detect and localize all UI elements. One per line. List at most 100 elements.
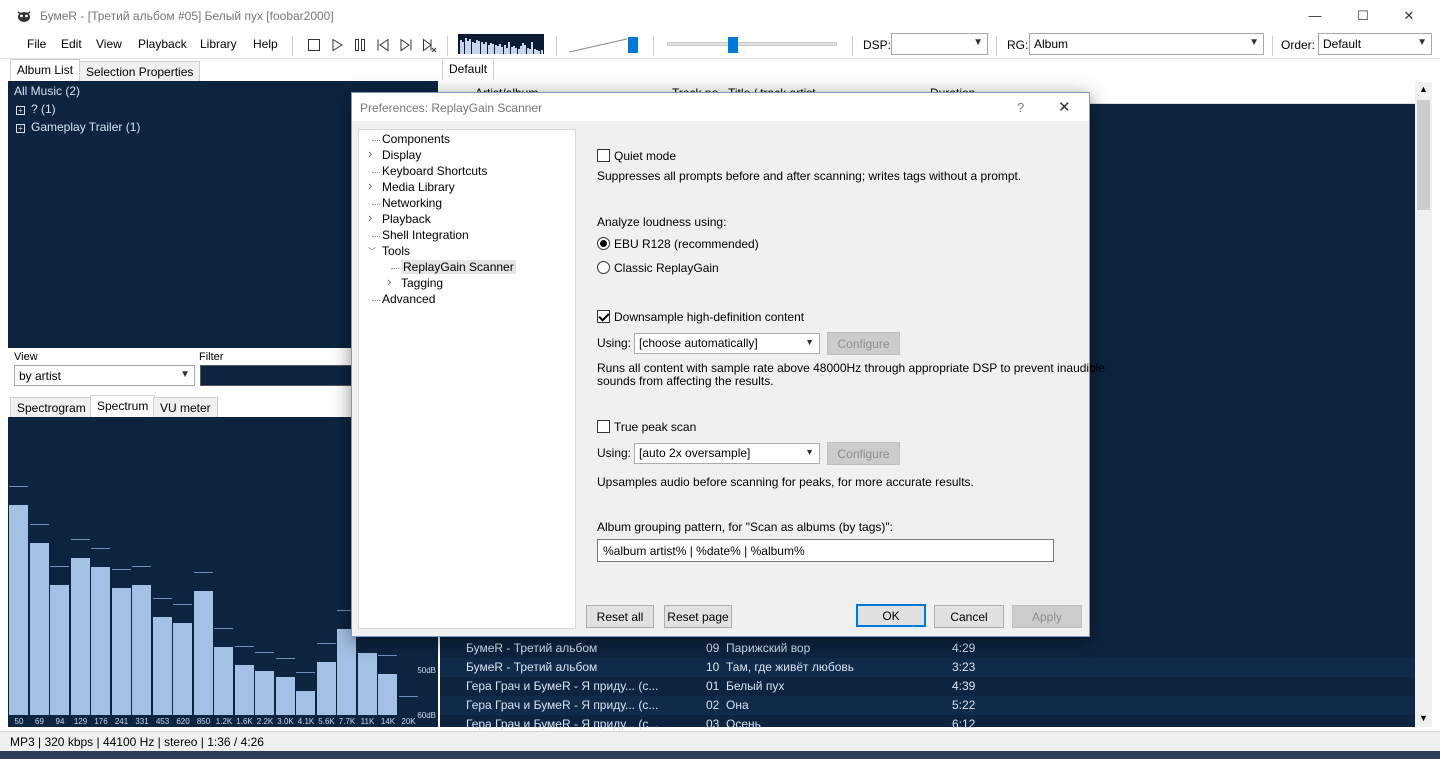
spectrum-bar	[152, 617, 172, 715]
playlist-row[interactable]: БумеR - Третий альбом 09 Парижский вор 4:29	[440, 639, 1415, 658]
tree-item-tools[interactable]: Tools	[382, 244, 410, 258]
expand-chevron-icon[interactable]: ›	[368, 146, 372, 161]
playlist-tab-strip: Default	[440, 58, 1440, 82]
tree-item-keyboard-shortcuts[interactable]: Keyboard Shortcuts	[382, 164, 487, 178]
order-label: Order:	[1281, 38, 1316, 52]
reset-page-button[interactable]: Reset page	[664, 605, 732, 628]
menu-help[interactable]: Help	[253, 37, 278, 51]
order-select[interactable]: Default ▼	[1318, 33, 1432, 55]
spectrum-bar	[132, 585, 151, 715]
collapse-chevron-icon[interactable]: ﹀	[368, 246, 376, 257]
stop-icon[interactable]	[306, 37, 322, 53]
rg-label: RG:	[1007, 38, 1029, 52]
spectrum-bar	[275, 677, 295, 715]
quiet-mode-checkbox[interactable]	[597, 149, 610, 162]
true-peak-checkbox[interactable]	[597, 420, 610, 433]
toolbar-spectrum-visualizer[interactable]	[458, 34, 544, 54]
playlist-scrollbar[interactable]: ▲ ▼	[1415, 82, 1432, 727]
play-icon[interactable]	[329, 37, 345, 53]
dsp-label: DSP:	[863, 38, 892, 52]
spectrum-bar	[111, 588, 131, 715]
spectrum-peak-cap	[152, 598, 172, 599]
true-peak-configure-button[interactable]: Configure	[827, 442, 900, 465]
ebu-r128-label[interactable]: EBU R128 (recommended)	[614, 237, 759, 251]
close-button[interactable]: ✕	[1386, 0, 1432, 31]
spectrum-frequency-label: 3.0K	[277, 717, 294, 726]
album-list-item[interactable]: + Gameplay Trailer (1)	[16, 120, 140, 134]
volume-slider[interactable]	[569, 35, 641, 55]
menu-file[interactable]: File	[27, 37, 46, 51]
reset-all-button[interactable]: Reset all	[586, 605, 654, 628]
menu-playback[interactable]: Playback	[138, 37, 187, 51]
minimize-button[interactable]: —	[1292, 0, 1338, 31]
tree-item-label: Tools	[382, 244, 411, 258]
true-peak-oversample-select[interactable]: [auto 2x oversample] ▼	[634, 443, 820, 464]
tree-item-shell-integration[interactable]: Shell Integration	[382, 228, 469, 242]
tree-item-components[interactable]: Components	[382, 132, 450, 146]
ebu-r128-radio[interactable]	[597, 237, 610, 250]
tree-connector	[372, 236, 380, 237]
tree-item-display[interactable]: Display	[382, 148, 421, 162]
preferences-tree[interactable]: Components › Display Keyboard Shortcuts › Med…	[358, 129, 576, 629]
foobar-app-icon[interactable]	[16, 8, 32, 24]
ok-button[interactable]: OK	[856, 604, 926, 627]
expand-chevron-icon[interactable]: ›	[368, 210, 372, 225]
playlist-row[interactable]: БумеR - Третий альбом 10 Там, где живёт лю…	[440, 658, 1415, 677]
tree-item-label: Keyboard Shortcuts	[382, 164, 488, 178]
dialog-close-button[interactable]: ✕	[1058, 98, 1071, 116]
tree-item-media-library[interactable]: Media Library	[382, 180, 455, 194]
playlist-row[interactable]: Гера Грач и БумеR - Я приду... (с... 02 Он…	[440, 696, 1415, 715]
expand-icon[interactable]: +	[16, 106, 25, 115]
maximize-button[interactable]: ☐	[1340, 0, 1386, 31]
playlist-row[interactable]: Гера Грач и БумеR - Я приду... (с... 01 Бе…	[440, 677, 1415, 696]
chevron-down-icon: ▼	[805, 447, 814, 457]
scroll-up-icon[interactable]: ▲	[1419, 84, 1428, 94]
expand-chevron-icon[interactable]: ›	[387, 274, 391, 289]
menu-view[interactable]: View	[96, 37, 122, 51]
classic-replaygain-radio[interactable]	[597, 261, 610, 274]
spectrum-peak-cap	[296, 672, 315, 673]
tab-playlist-default[interactable]: Default	[442, 58, 495, 80]
tab-spectrum[interactable]: Spectrum	[90, 395, 156, 417]
downsample-checkbox[interactable]	[597, 310, 610, 323]
album-list-item[interactable]: + ? (1)	[16, 102, 56, 116]
quiet-mode-label[interactable]: Quiet mode	[614, 149, 676, 163]
pause-icon[interactable]	[352, 37, 368, 53]
seek-thumb[interactable]	[728, 37, 738, 53]
expand-icon[interactable]: +	[16, 124, 25, 133]
tree-item-advanced[interactable]: Advanced	[382, 292, 435, 306]
menu-edit[interactable]: Edit	[61, 37, 82, 51]
downsample-label[interactable]: Downsample high-definition content	[614, 310, 804, 324]
downsample-configure-button[interactable]: Configure	[827, 332, 900, 355]
album-list-root[interactable]: All Music (2)	[14, 84, 80, 98]
random-icon[interactable]	[421, 37, 437, 53]
scrollbar-thumb[interactable]	[1417, 100, 1430, 210]
seek-bar[interactable]	[667, 36, 839, 54]
tab-selection-properties[interactable]: Selection Properties	[79, 61, 201, 81]
row-duration: 4:29	[952, 641, 976, 655]
tree-item-replaygain-scanner[interactable]: ReplayGain Scanner	[401, 260, 516, 274]
help-button[interactable]: ?	[1017, 100, 1024, 115]
view-select[interactable]: by artist ▼	[14, 365, 195, 386]
tree-item-tagging[interactable]: Tagging	[401, 276, 443, 290]
apply-button[interactable]: Apply	[1012, 605, 1082, 628]
true-peak-label[interactable]: True peak scan	[614, 420, 696, 434]
next-icon[interactable]	[398, 37, 414, 53]
cancel-button[interactable]: Cancel	[934, 605, 1004, 628]
downsample-dsp-select[interactable]: [choose automatically] ▼	[634, 333, 820, 354]
tab-spectrogram[interactable]: Spectrogram	[10, 397, 93, 417]
tree-item-playback[interactable]: Playback	[382, 212, 431, 226]
row-title: Парижский вор	[726, 641, 811, 655]
menu-library[interactable]: Library	[200, 37, 237, 51]
tab-vu-meter[interactable]: VU meter	[153, 397, 218, 417]
tree-item-networking[interactable]: Networking	[382, 196, 442, 210]
classic-replaygain-label[interactable]: Classic ReplayGain	[614, 261, 719, 275]
expand-chevron-icon[interactable]: ›	[368, 178, 372, 193]
dsp-select[interactable]: ▼	[891, 33, 988, 55]
rg-select[interactable]: Album ▼	[1029, 33, 1264, 55]
spectrum-bar	[173, 623, 192, 715]
scroll-down-icon[interactable]: ▼	[1419, 713, 1428, 723]
previous-icon[interactable]	[375, 37, 391, 53]
album-grouping-input[interactable]: %album artist% | %date% | %album%	[597, 539, 1054, 562]
tab-album-list[interactable]: Album List	[10, 59, 81, 81]
